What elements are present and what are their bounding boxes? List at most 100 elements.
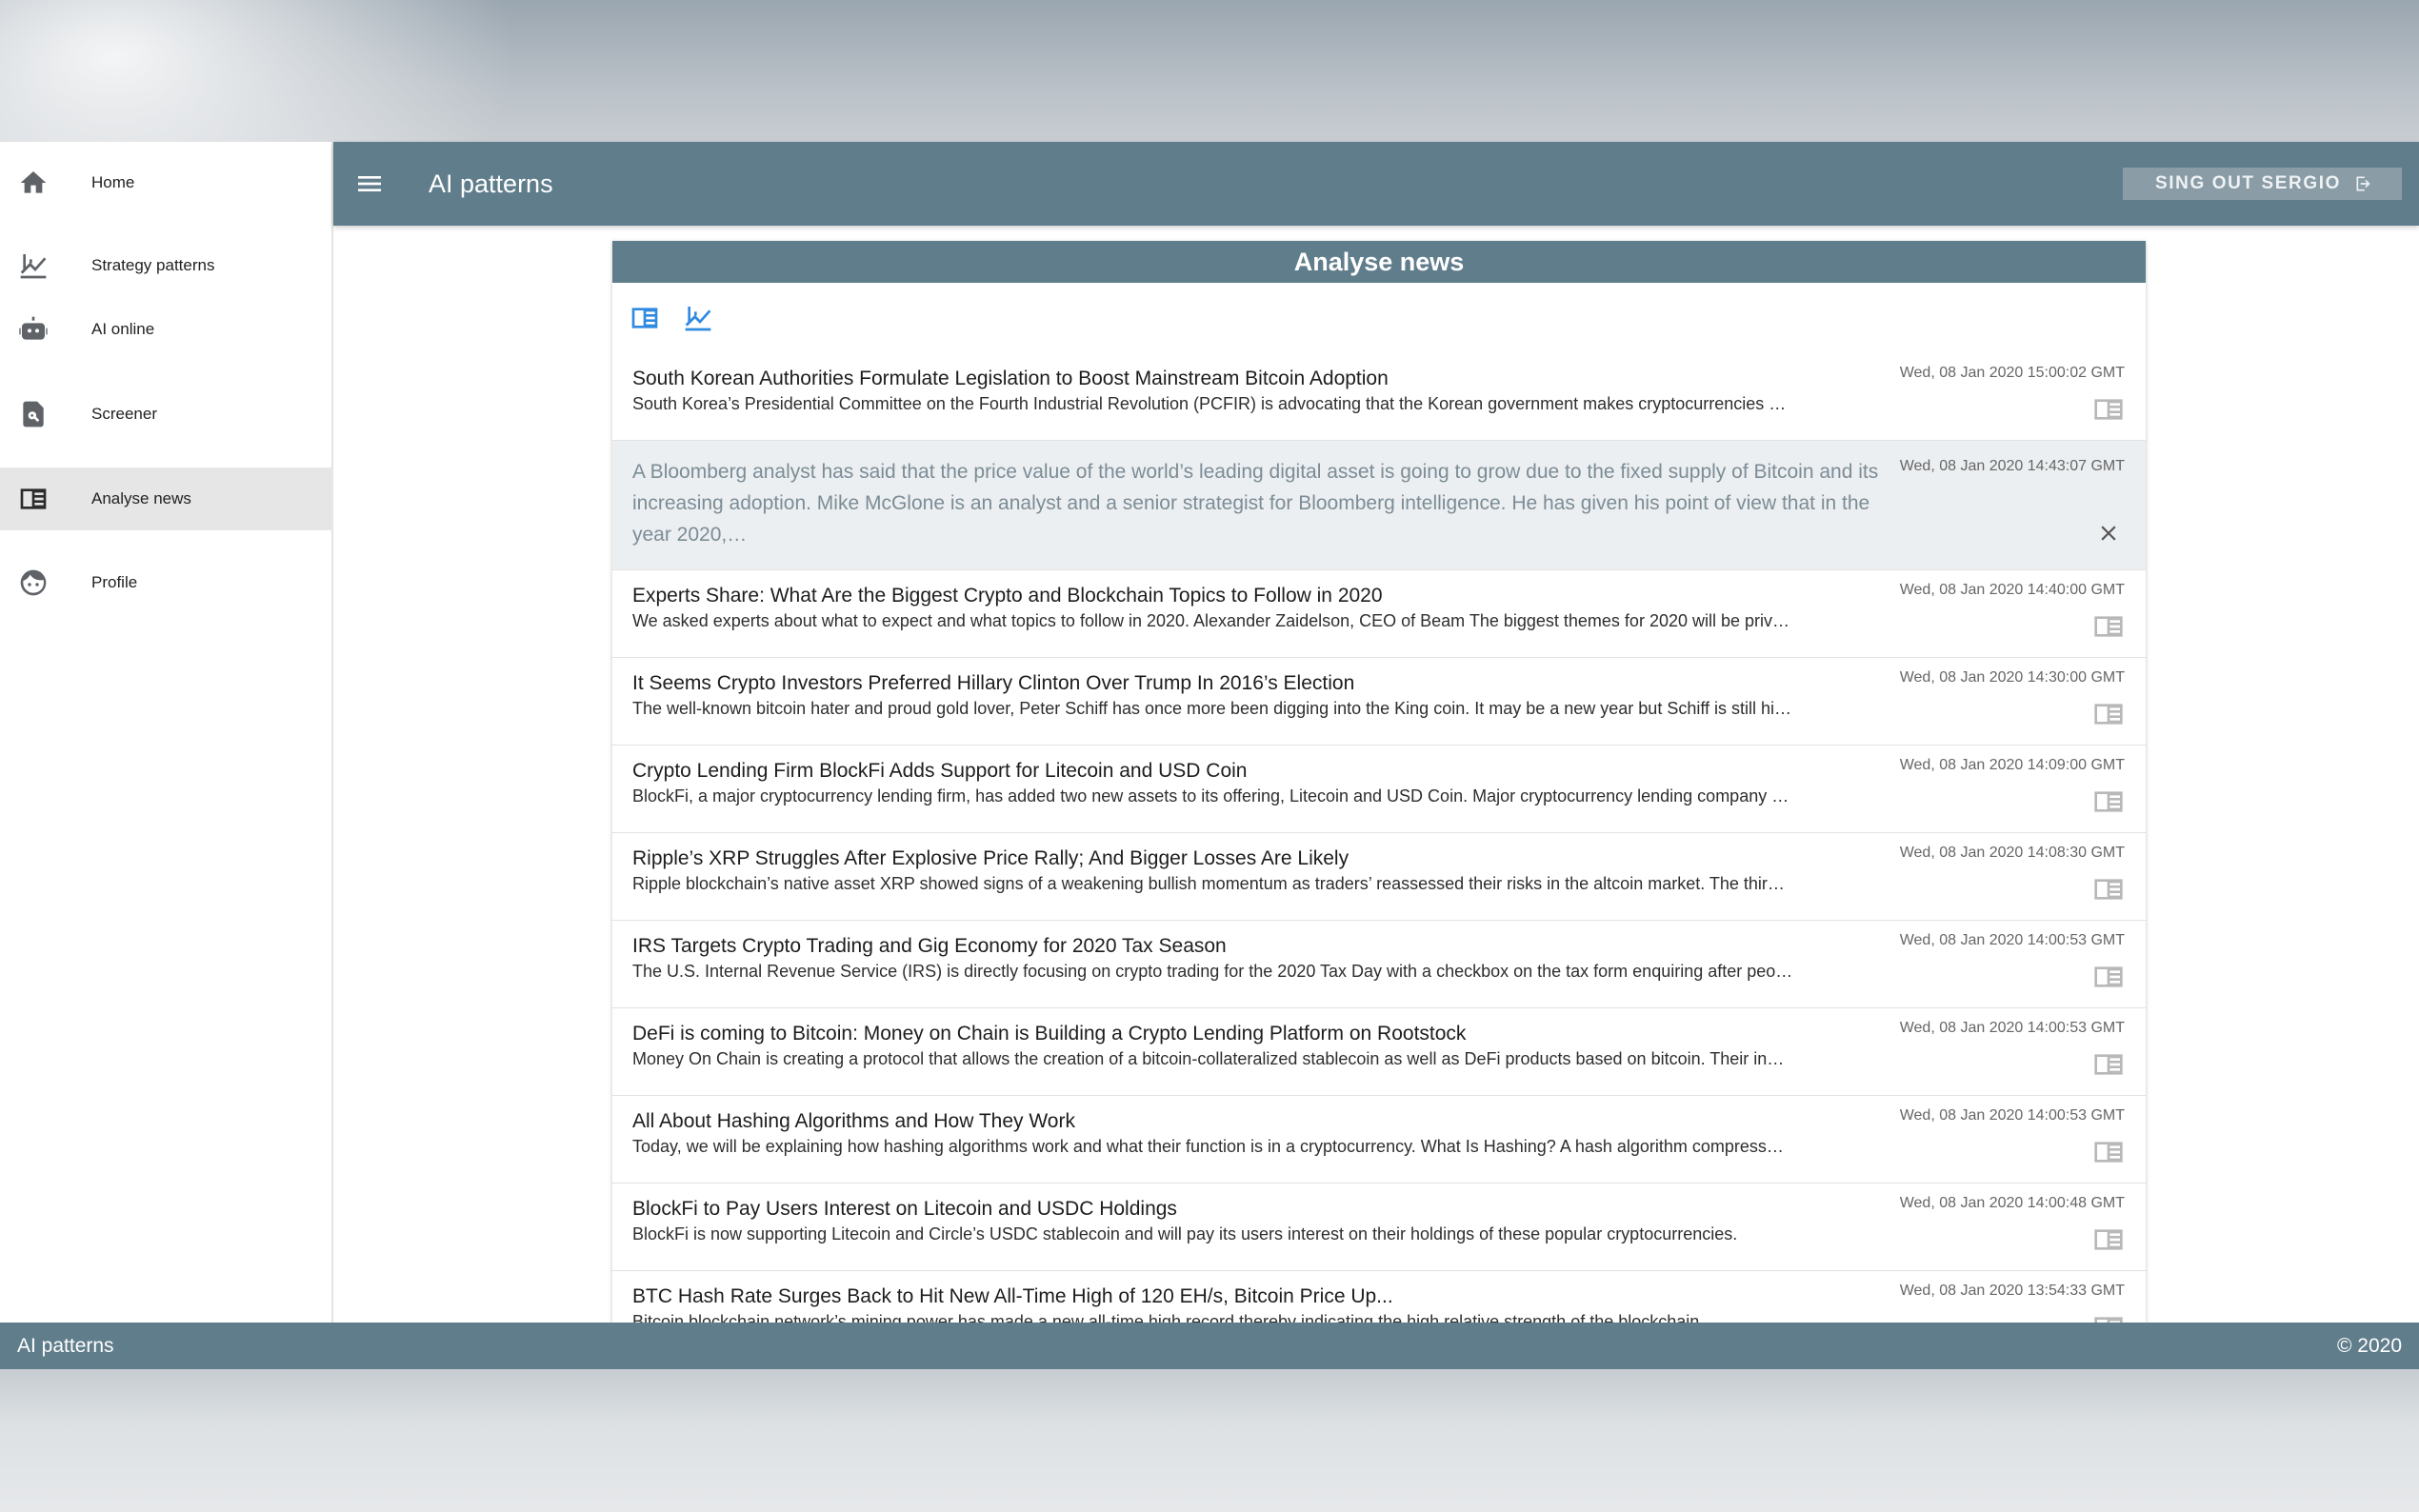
news-full-text: A Bloomberg analyst has said that the pr… [632,461,1879,546]
sign-out-button[interactable]: SING OUT SERGIO [2122,168,2402,200]
article-icon [2094,399,2123,420]
open-article-button[interactable] [2092,1315,2125,1323]
news-item[interactable]: DeFi is coming to Bitcoin: Money on Chai… [612,1008,2146,1096]
sidebar-item-label: Strategy patterns [91,256,215,274]
search-document-icon [17,398,50,430]
open-article-button[interactable] [2092,1227,2125,1252]
open-article-button[interactable] [2092,702,2125,726]
news-title: BTC Hash Rate Surges Back to Hit New All… [632,1285,1393,1307]
sidebar-item-profile[interactable]: Profile [0,551,333,614]
chart-icon [685,307,711,331]
news-date: Wed, 08 Jan 2020 15:00:02 GMT [1899,365,2125,381]
news-title: Crypto Lending Firm BlockFi Adds Support… [632,760,1248,782]
news-item[interactable]: Ripple’s XRP Struggles After Explosive P… [612,833,2146,921]
robot-icon [17,313,50,346]
news-title: BlockFi to Pay Users Interest on Litecoi… [632,1198,1177,1220]
news-date: Wed, 08 Jan 2020 14:09:00 GMT [1899,757,2125,773]
news-item[interactable]: BTC Hash Rate Surges Back to Hit New All… [612,1271,2146,1323]
open-article-button[interactable] [2092,397,2125,422]
article-icon [2094,1054,2123,1075]
news-item[interactable]: Crypto Lending Firm BlockFi Adds Support… [612,746,2146,833]
analyse-news-card: Analyse news South Korean Authorities Fo… [612,241,2146,1323]
sidebar-item-label: AI online [91,320,155,338]
sidebar-item-label: Profile [91,573,138,591]
sidebar: Home Strategy patterns AI online Screene… [0,142,333,1323]
sidebar-item-home[interactable]: Home [0,151,333,214]
article-icon [2094,1142,2123,1163]
news-description: South Korea’s Presidential Committee on … [632,394,1787,413]
news-description: The U.S. Internal Revenue Service (IRS) … [632,962,1793,981]
news-item[interactable]: It Seems Crypto Investors Preferred Hill… [612,658,2146,746]
card-title: Analyse news [612,241,2146,283]
news-item[interactable]: All About Hashing Algorithms and How The… [612,1096,2146,1184]
news-date: Wed, 08 Jan 2020 14:00:53 GMT [1899,1020,2125,1036]
news-description: We asked experts about what to expect an… [632,611,1790,630]
article-icon [2094,1317,2123,1323]
footer-app-name: AI patterns [17,1334,114,1357]
news-description: BlockFi is now supporting Litecoin and C… [632,1224,1738,1243]
chart-view-button[interactable] [681,301,715,335]
news-date: Wed, 08 Jan 2020 14:30:00 GMT [1899,669,2125,686]
news-title: South Korean Authorities Formulate Legis… [632,368,1389,389]
article-icon [2094,879,2123,900]
news-description: Today, we will be explaining how hashing… [632,1137,1784,1156]
open-article-button[interactable] [2092,614,2125,639]
close-article-button[interactable] [2092,521,2125,546]
article-icon [2094,966,2123,987]
sidebar-item-ai-online[interactable]: AI online [0,298,333,361]
app-bar: AI patterns SING OUT SERGIO [333,142,2419,226]
news-item-expanded[interactable]: A Bloomberg analyst has said that the pr… [612,441,2146,570]
footer: AI patterns © 2020 [0,1323,2419,1369]
news-description: Bitcoin blockchain network’s mining powe… [632,1312,1705,1323]
article-icon [2094,616,2123,637]
news-date: Wed, 08 Jan 2020 13:54:33 GMT [1899,1283,2125,1299]
app-window: Home Strategy patterns AI online Screene… [0,142,2419,1369]
news-date: Wed, 08 Jan 2020 14:08:30 GMT [1899,845,2125,861]
open-article-button[interactable] [2092,965,2125,989]
desktop-backdrop-top [0,0,2419,142]
hamburger-menu-icon [358,176,381,191]
sidebar-item-strategy-patterns[interactable]: Strategy patterns [0,234,333,297]
news-item[interactable]: South Korean Authorities Formulate Legis… [612,353,2146,441]
news-icon [17,483,50,515]
news-description: Money On Chain is creating a protocol th… [632,1049,1785,1068]
face-icon [17,567,50,599]
exit-icon [2356,176,2370,191]
news-description: Ripple blockchain’s native asset XRP sho… [632,874,1785,893]
news-title: DeFi is coming to Bitcoin: Money on Chai… [632,1023,1467,1044]
news-description: The well-known bitcoin hater and proud g… [632,699,1792,718]
sidebar-item-label: Screener [91,405,157,423]
footer-copyright: © 2020 [2336,1334,2402,1357]
home-icon [17,167,50,199]
news-date: Wed, 08 Jan 2020 14:00:53 GMT [1899,1107,2125,1124]
open-article-button[interactable] [2092,789,2125,814]
news-title: Ripple’s XRP Struggles After Explosive P… [632,847,1349,869]
news-date: Wed, 08 Jan 2020 14:00:48 GMT [1899,1195,2125,1211]
news-title: It Seems Crypto Investors Preferred Hill… [632,672,1355,694]
news-title: IRS Targets Crypto Trading and Gig Econo… [632,935,1227,957]
article-icon [2094,1229,2123,1250]
page-title: AI patterns [429,169,553,198]
open-article-button[interactable] [2092,1140,2125,1164]
card-toolbar [612,283,2146,353]
close-icon [2101,526,2116,541]
news-date: Wed, 08 Jan 2020 14:40:00 GMT [1899,582,2125,598]
desktop-backdrop-bottom [0,1369,2419,1512]
news-item[interactable]: BlockFi to Pay Users Interest on Litecoi… [612,1184,2146,1271]
sidebar-item-label: Home [91,173,135,191]
news-date: Wed, 08 Jan 2020 14:00:53 GMT [1899,932,2125,948]
sidebar-item-screener[interactable]: Screener [0,383,333,446]
menu-button[interactable] [350,165,389,203]
news-item[interactable]: IRS Targets Crypto Trading and Gig Econo… [612,921,2146,1008]
article-icon [2094,791,2123,812]
sidebar-item-label: Analyse news [91,489,191,507]
news-icon [631,308,658,328]
sign-out-label: SING OUT SERGIO [2154,173,2341,193]
news-date: Wed, 08 Jan 2020 14:43:07 GMT [1899,458,2125,474]
open-article-button[interactable] [2092,1052,2125,1077]
news-view-button[interactable] [628,301,662,335]
news-description: BlockFi, a major cryptocurrency lending … [632,786,1789,806]
sidebar-item-analyse-news[interactable]: Analyse news [0,468,333,530]
open-article-button[interactable] [2092,877,2125,902]
news-item[interactable]: Experts Share: What Are the Biggest Cryp… [612,570,2146,658]
